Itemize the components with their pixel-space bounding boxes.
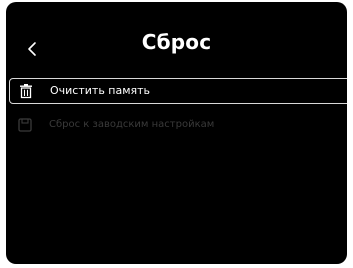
trash-icon xyxy=(18,83,34,99)
menu-item-factory-reset[interactable]: Сброс к заводским настройкам xyxy=(9,113,347,139)
menu-item-label: Сброс к заводским настройкам xyxy=(49,119,215,130)
menu-item-clear-memory[interactable]: Очистить память xyxy=(9,78,347,104)
header: Сброс xyxy=(6,2,347,66)
menu-item-label: Очистить память xyxy=(50,84,151,97)
device-screen: Сброс Очистить память Сброс к заводским … xyxy=(6,2,347,264)
factory-reset-icon xyxy=(17,117,33,133)
page-title: Сброс xyxy=(141,30,212,54)
